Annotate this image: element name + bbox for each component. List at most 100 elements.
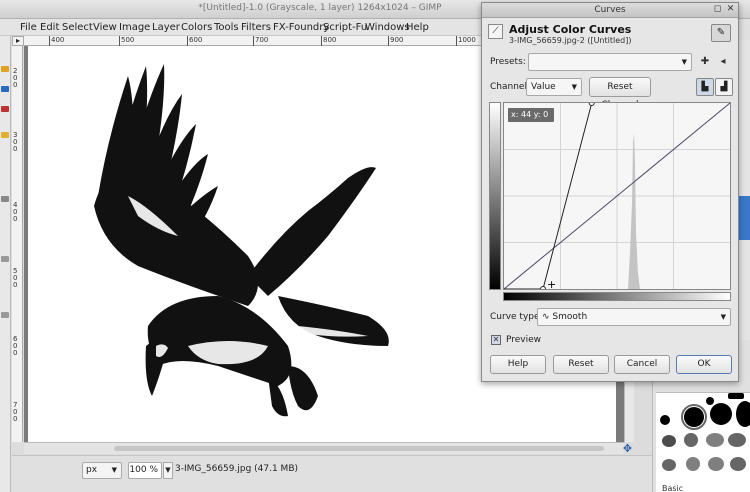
curves-dialog: Curves ◻ ✕ ⟋ Adjust Color Curves 3-IMG_5…: [481, 2, 739, 382]
ruler-label: 900: [390, 36, 404, 44]
horizontal-scrollbar[interactable]: [24, 442, 624, 454]
dock-tab-indicator[interactable]: [739, 196, 750, 240]
dialog-subheading: 3-IMG_56659.jpg-2 ([Untitled]): [509, 36, 632, 45]
ruler-label: 800: [323, 36, 337, 44]
brush-item[interactable]: [708, 457, 724, 471]
log-scale-icon[interactable]: ▟: [715, 78, 733, 96]
linear-scale-icon[interactable]: ▙: [696, 78, 714, 96]
brush-item[interactable]: [686, 457, 700, 471]
dialog-heading: Adjust Color Curves: [509, 23, 632, 36]
curves-tool-icon: ⟋: [488, 24, 503, 39]
eyedropper-icon[interactable]: ✎: [711, 24, 731, 42]
brush-item[interactable]: [730, 457, 746, 471]
brush-item[interactable]: [710, 403, 732, 425]
brush-item[interactable]: [684, 433, 698, 447]
curve-editor: + x: 44 y: 0: [489, 100, 731, 301]
brush-name: Basic: [662, 484, 684, 492]
channel-value: Value: [531, 82, 556, 92]
menu-edit[interactable]: Edit: [40, 22, 59, 33]
ruler-label: 3 0 0: [13, 131, 18, 153]
tool-icon[interactable]: [1, 196, 9, 202]
menu-colors[interactable]: Colors: [181, 22, 212, 33]
tool-icon[interactable]: [1, 312, 9, 318]
brush-item[interactable]: [706, 397, 714, 405]
tool-icon[interactable]: [1, 86, 9, 92]
tool-icon[interactable]: [1, 66, 9, 72]
cancel-button[interactable]: Cancel: [614, 355, 670, 374]
ruler-label: 2 0 0: [13, 67, 18, 89]
curve-graph[interactable]: + x: 44 y: 0: [503, 100, 731, 292]
curve-type-label: Curve type:: [490, 312, 543, 322]
menu-layer[interactable]: Layer: [152, 22, 180, 33]
brush-item[interactable]: [706, 433, 724, 447]
ruler-label: 5 0 0: [13, 267, 18, 289]
menu-windows[interactable]: Windows: [365, 22, 410, 33]
zoom-field[interactable]: 100 %: [128, 462, 162, 479]
help-button[interactable]: Help: [490, 355, 546, 374]
brush-item[interactable]: [662, 459, 676, 471]
vertical-ruler: 2 0 0 3 0 0 4 0 0 5 0 0 6 0 0 7 0 0: [12, 46, 23, 442]
histogram: [628, 133, 640, 289]
tool-icon[interactable]: [1, 132, 9, 138]
crosshair-cursor-icon: +: [547, 278, 556, 289]
menu-select[interactable]: Select: [62, 22, 93, 33]
reset-button[interactable]: Reset: [553, 355, 609, 374]
dialog-title: Curves: [594, 5, 626, 15]
brush-item[interactable]: [660, 415, 670, 425]
presets-combo[interactable]: ▼: [528, 53, 692, 71]
ruler-label: 400: [51, 36, 65, 44]
presets-label: Presets:: [490, 57, 526, 67]
dialog-titlebar[interactable]: Curves ◻ ✕: [482, 3, 738, 18]
chevron-down-icon: ▼: [111, 466, 117, 474]
menu-image[interactable]: Image: [119, 22, 150, 33]
move-icon[interactable]: ✥: [622, 443, 633, 454]
maximize-icon[interactable]: ◻: [712, 4, 723, 15]
menu-filters[interactable]: Filters: [241, 22, 271, 33]
menu-view[interactable]: View: [93, 22, 117, 33]
curve-control-point[interactable]: [539, 286, 546, 292]
curve-control-point[interactable]: [588, 100, 595, 106]
ruler-label: 6 0 0: [13, 335, 18, 357]
coordinate-readout: x: 44 y: 0: [508, 108, 554, 122]
toolbox-strip: [0, 36, 11, 492]
zoom-dropdown-button[interactable]: ▼: [163, 462, 173, 479]
channel-label: Channel:: [490, 82, 530, 92]
curve-type-combo[interactable]: ∿ Smooth ▼: [537, 308, 731, 326]
tool-icon[interactable]: [1, 256, 9, 262]
unit-value: px: [86, 465, 98, 475]
output-gradient-bar: [489, 102, 501, 290]
brush-item[interactable]: [662, 435, 676, 447]
curve-plot[interactable]: +: [503, 100, 731, 292]
ruler-label: 7 0 0: [13, 401, 18, 423]
menu-tools[interactable]: Tools: [214, 22, 239, 33]
ruler-label: 600: [189, 36, 203, 44]
brush-item[interactable]: [728, 393, 744, 399]
menu-fx-foundry[interactable]: FX-Foundry: [273, 22, 329, 33]
plus-icon[interactable]: ✚: [698, 54, 712, 70]
horizontal-ruler: 400 500 600 700 800 900 1000: [24, 36, 490, 46]
menu-file[interactable]: File: [20, 22, 37, 33]
ruler-corner-button[interactable]: ▸: [12, 36, 24, 46]
ruler-label: 1000: [458, 36, 476, 44]
menu-icon[interactable]: ◂: [716, 54, 730, 70]
brush-item-selected[interactable]: [681, 404, 707, 430]
chevron-down-icon: ▼: [681, 58, 687, 66]
ruler-label: 500: [121, 36, 135, 44]
menubar: File Edit Select View Image Layer Colors…: [0, 19, 490, 36]
unit-select[interactable]: px ▼: [82, 462, 122, 479]
gimp-main-window: *[Untitled]-1.0 (Grayscale, 1 layer) 126…: [0, 0, 750, 492]
chevron-down-icon: ▼: [571, 83, 577, 91]
menu-script-fu[interactable]: Script-Fu: [323, 22, 367, 33]
input-gradient-bar: [503, 292, 731, 301]
brush-item[interactable]: [736, 401, 750, 427]
close-icon[interactable]: ✕: [725, 4, 736, 15]
reset-channel-button[interactable]: Reset Channel: [589, 77, 651, 110]
ok-button[interactable]: OK: [676, 355, 732, 374]
scrollbar-thumb[interactable]: [114, 446, 604, 451]
tool-icon[interactable]: [1, 106, 9, 112]
brushes-panel: [656, 392, 750, 492]
channel-combo[interactable]: Value ▼: [526, 78, 582, 96]
menu-help[interactable]: Help: [406, 22, 429, 33]
brush-item[interactable]: [728, 433, 746, 447]
preview-checkbox[interactable]: ✕: [491, 335, 501, 345]
